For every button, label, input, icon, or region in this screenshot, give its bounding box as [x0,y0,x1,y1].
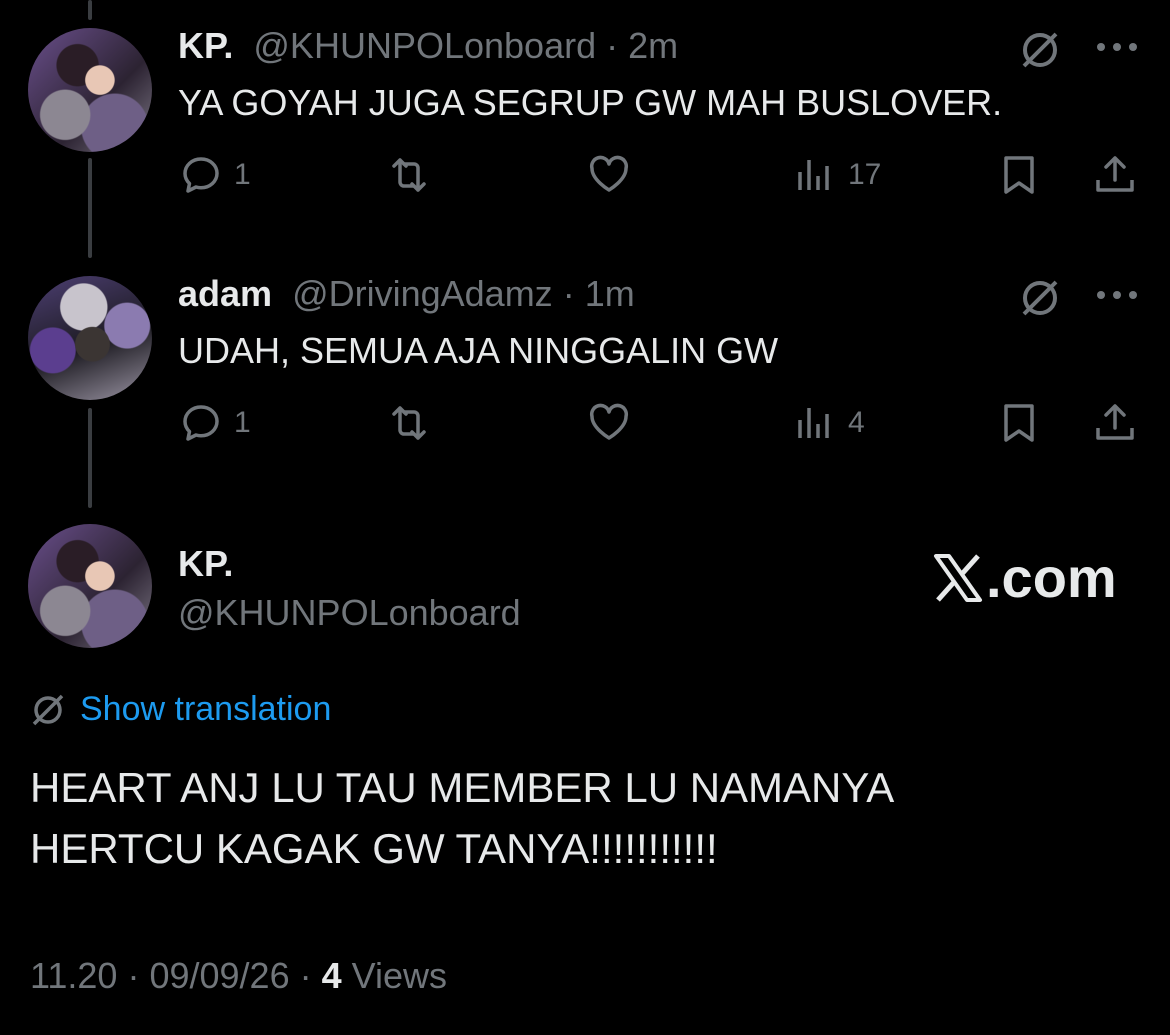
main-tweet-text-line: HERTCU KAGAK GW TANYA!!!!!!!!!!! [30,825,718,872]
reply-count: 1 [234,158,251,191]
retweet-icon [392,158,426,192]
views-label: Views [351,955,448,996]
show-translation-label[interactable]: Show translation [80,690,331,729]
views-count: 4 [848,406,865,439]
thread-line [88,408,92,508]
tweet-text: UDAH, SEMUA AJA NINGGALIN GW [178,330,779,371]
bookmark-button[interactable] [996,400,1042,446]
views-count: 4 [321,955,342,996]
share-icon [1096,404,1134,440]
like-icon [589,403,629,440]
share-icon [1096,156,1134,192]
separator-dot: · [606,25,619,66]
avatar[interactable] [28,276,152,400]
views-button[interactable]: 4 [792,400,865,446]
bookmark-icon [1004,404,1034,442]
more-icon[interactable] [1094,40,1140,54]
tweet-header: adam @DrivingAdamz · 1m [178,276,635,312]
brand-text: .com [986,546,1117,609]
avatar[interactable] [28,28,152,152]
tweet-header: KP. @KHUNPOLonboard · 2m [178,28,678,64]
x-brand-logo: .com [932,545,1117,610]
user-handle[interactable]: @DrivingAdamz [292,273,553,314]
main-tweet-text: HEART ANJ LU TAU MEMBER LU NAMANYA HERTC… [30,757,894,879]
post-time[interactable]: 11.20 [30,955,117,996]
avatar[interactable] [28,524,152,648]
share-button[interactable] [1092,152,1138,198]
display-name[interactable]: KP. [178,25,233,66]
timestamp[interactable]: 1m [585,273,635,314]
reply-button[interactable]: 1 [178,152,251,198]
thread-line [88,0,92,20]
like-button[interactable] [586,400,632,446]
show-translation-link[interactable]: Show translation [30,690,331,729]
separator-dot: · [562,273,575,314]
views-button[interactable]: 17 [792,152,881,198]
main-tweet-text-line: HEART ANJ LU TAU MEMBER LU NAMANYA [30,764,895,811]
translate-icon [32,694,64,725]
bookmark-icon [1004,156,1034,194]
post-date[interactable]: 09/09/26 [149,955,289,996]
reply-count: 1 [234,406,251,439]
retweet-icon [392,406,426,440]
x-logo-icon [934,553,982,602]
retweet-button[interactable] [386,152,432,198]
tweet-text: YA GOYAH JUGA SEGRUP GW MAH BUSLOVER. [178,82,1003,123]
grok-icon[interactable] [1018,276,1062,320]
main-display-name[interactable]: KP. [178,546,233,582]
user-handle[interactable]: @KHUNPOLonboard [253,25,596,66]
timestamp[interactable]: 2m [628,25,678,66]
separator-dot: · [127,955,140,996]
tweet-meta: 11.20 · 09/09/26 · 4 Views [30,955,447,997]
more-icon[interactable] [1094,288,1140,302]
bookmark-button[interactable] [996,152,1042,198]
reply-icon [183,405,219,441]
separator-dot: · [299,955,312,996]
views-icon [798,408,829,438]
retweet-button[interactable] [386,400,432,446]
views-count: 17 [848,158,882,191]
main-user-handle[interactable]: @KHUNPOLonboard [178,595,521,631]
share-button[interactable] [1092,400,1138,446]
reply-icon [183,157,219,193]
reply-button[interactable]: 1 [178,400,251,446]
like-icon [589,155,629,192]
views-icon [798,160,829,190]
display-name[interactable]: adam [178,273,272,314]
grok-icon[interactable] [1018,28,1062,72]
like-button[interactable] [586,152,632,198]
thread-line [88,158,92,258]
